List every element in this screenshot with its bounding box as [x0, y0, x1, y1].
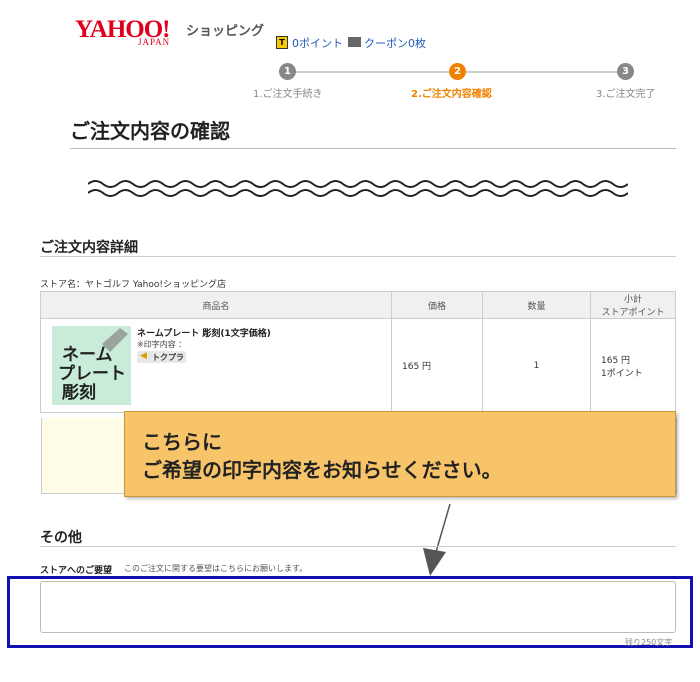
shopping-logo-text: ショッピング [186, 24, 265, 39]
col-points-label: ストアポイント [601, 308, 665, 318]
order-detail-divider [40, 256, 676, 257]
instruction-callout-text: こちらに ご希望の印字内容をお知らせください。 [142, 428, 502, 484]
callout-line-1: こちらに [142, 430, 222, 454]
points-value: 1ポイント [601, 368, 643, 379]
table-row: 165 円 1 165 円 1ポイント [40, 318, 676, 413]
page-title: ご注文内容の確認 [70, 119, 230, 143]
subtotal-value: 165 円 [601, 355, 631, 366]
product-option: ※印字内容 ： [137, 340, 187, 349]
product-image[interactable]: ネーム プレート 彫刻 [52, 326, 131, 405]
remaining-chars: 残り250文字 [625, 638, 673, 647]
subtotal-cell: 165 円 1ポイント [590, 318, 676, 413]
store-request-label: ストアへのご要望 [40, 566, 113, 576]
t-point-icon: T [276, 36, 288, 49]
coupon-link[interactable]: クーポン0枚 [364, 35, 426, 51]
price-cell: 165 円 [391, 318, 483, 413]
col-subtotal: 小計 ストアポイント [590, 291, 676, 319]
coupon-icon [348, 37, 361, 47]
other-heading: その他 [40, 530, 82, 546]
col-price: 価格 [391, 291, 483, 319]
other-divider [40, 546, 676, 547]
col-quantity: 数量 [482, 291, 591, 319]
callout-line-2: ご希望の印字内容をお知らせください。 [142, 458, 502, 482]
step-1-circle: 1 [279, 63, 296, 80]
step-1-label: 1.ご注文手続き [253, 89, 323, 100]
step-2-circle: 2 [449, 63, 466, 80]
quantity-cell: 1 [482, 318, 591, 413]
step-3-label: 3.ご注文完了 [596, 89, 656, 100]
step-2-label: 2.ご注文内容確認 [411, 89, 492, 100]
product-name-link[interactable]: ネームプレート 彫刻(1文字価格) [137, 326, 271, 339]
omission-wave-icon [88, 180, 628, 197]
highlight-box [7, 576, 693, 648]
megaphone-icon: ◀ [140, 351, 147, 361]
arrow-down-icon [423, 503, 451, 576]
col-product: 商品名 [40, 291, 392, 319]
order-items-table: 商品名 価格 数量 小計 ストアポイント 165 円 1 165 円 1ポイント [40, 291, 676, 413]
title-divider [70, 148, 676, 149]
col-subtotal-label: 小計 [623, 295, 642, 305]
store-name: ストア名：ヤトゴルフ Yahoo!ショッピング店 [40, 280, 226, 290]
points-link[interactable]: 0ポイント [292, 35, 343, 51]
tokupura-badge: ◀ トクプラ [137, 351, 186, 363]
store-request-note: このご注文に関する要望はこちらにお願いします。 [124, 564, 308, 573]
order-detail-heading: ご注文内容詳細 [40, 240, 138, 256]
step-3-circle: 3 [617, 63, 634, 80]
yahoo-logo-japan: JAPAN [138, 37, 171, 47]
product-image-text-3: 彫刻 [62, 383, 96, 403]
tokupura-label: トクプラ [152, 353, 184, 362]
